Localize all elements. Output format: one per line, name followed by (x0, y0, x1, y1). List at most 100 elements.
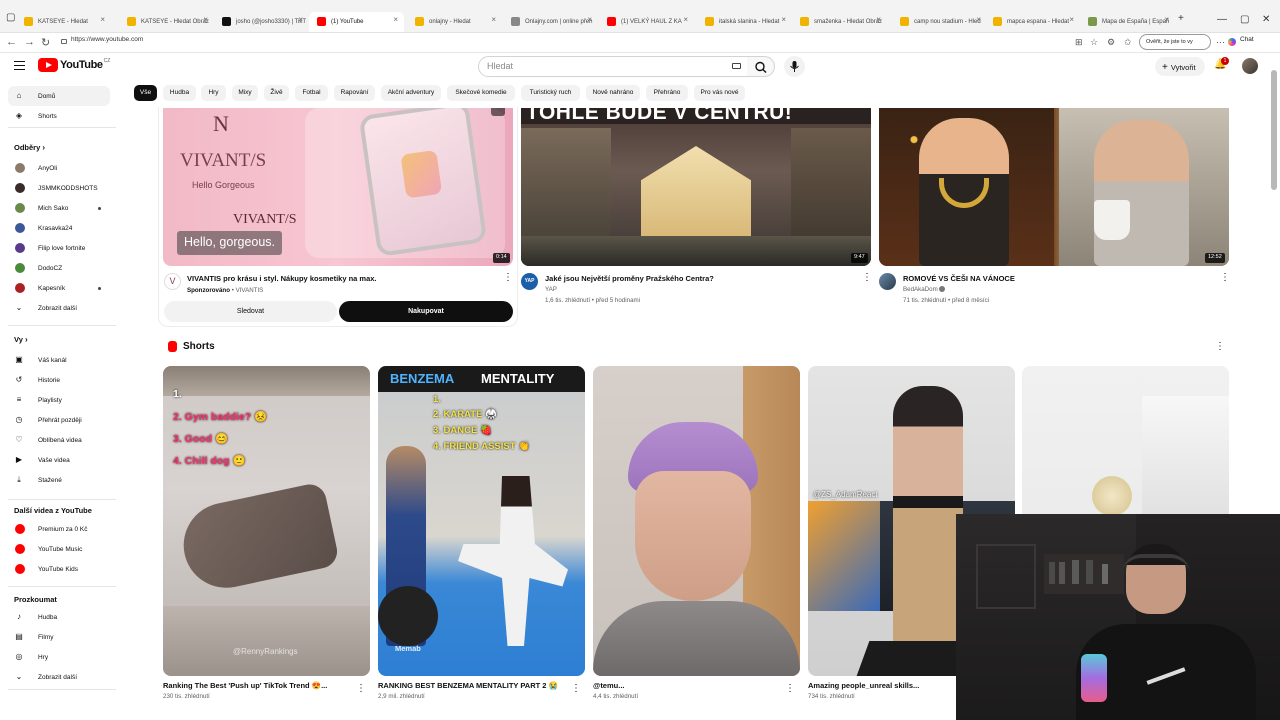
short-title[interactable]: Ranking The Best 'Push up' TikTok Trend … (163, 681, 327, 690)
sidebar-item[interactable]: ◈ Shorts (8, 106, 110, 126)
close-tab-icon[interactable]: × (298, 15, 303, 24)
close-tab-icon[interactable]: × (1069, 15, 1074, 24)
short-thumbnail-pushup[interactable]: 1. 2. Gym baddie? 😣 3. Good 😊 4. Chill d… (163, 366, 370, 676)
you-heading[interactable]: Vy › (14, 335, 28, 344)
forward-icon[interactable]: → (24, 36, 35, 48)
keyboard-icon[interactable] (732, 63, 741, 69)
sidebar-item[interactable]: ⌂ Domů (8, 86, 110, 106)
sidebar-item[interactable]: ♡ Oblíbená videa (8, 430, 110, 450)
search-input[interactable] (487, 61, 727, 71)
sidebar-item[interactable]: YouTube Music (8, 539, 110, 559)
sidebar-item[interactable]: ⤓ Stažené (8, 470, 110, 490)
browser-tab[interactable]: (1) YouTube × (309, 12, 404, 32)
close-tab-icon[interactable]: × (587, 15, 592, 24)
sidebar-item[interactable]: ♪ Hudba (8, 607, 110, 627)
video-thumbnail-vivantis[interactable]: N VIVANT/S Hello Gorgeous VIVANT/S Hello… (163, 108, 513, 266)
profile-chip[interactable]: Ověřit, že jste to vy (1139, 34, 1211, 50)
chat-button[interactable]: Chat (1240, 36, 1254, 43)
follow-button[interactable]: Sledovat (164, 301, 337, 322)
browser-tab[interactable]: mapca espana - Hledat × (985, 12, 1080, 32)
more-options-icon[interactable]: ⋯ (1216, 37, 1225, 48)
short-thumbnail-temu[interactable] (593, 366, 800, 676)
mute-icon[interactable] (491, 108, 505, 116)
video-title[interactable]: ROMOVÉ VS ČEŠI NA VÁNOCE (903, 274, 1015, 283)
close-tab-icon[interactable]: × (976, 15, 981, 24)
browser-tab[interactable]: Onlajny.com | online přen × (503, 12, 598, 32)
favorites-icon[interactable]: ✩ (1124, 37, 1132, 48)
close-tab-icon[interactable]: × (203, 15, 208, 24)
browser-tab[interactable]: KATSEYE - Hledat × (16, 12, 111, 32)
voice-search-button[interactable] (784, 56, 805, 77)
shop-button[interactable]: Nakupovat (339, 301, 513, 322)
filter-chip[interactable]: Vše (134, 85, 157, 101)
sidebar-item-subscription[interactable]: Kapesník (8, 278, 110, 298)
close-tab-icon[interactable]: × (100, 15, 105, 24)
url-field[interactable]: https://www.youtube.com (71, 36, 143, 43)
filter-chip[interactable]: Mixy (232, 85, 258, 101)
short-more-icon[interactable]: ⋮ (356, 683, 366, 694)
filter-chip[interactable]: Hry (201, 85, 226, 101)
video-thumbnail-christmas[interactable]: 12:52 (879, 108, 1229, 266)
short-title[interactable]: Amazing people_unreal skills... (808, 681, 919, 690)
filter-chip[interactable]: Fotbal (295, 85, 328, 101)
filter-chip[interactable]: Rapování (334, 85, 375, 101)
more-actions-icon[interactable]: ⋮ (503, 272, 513, 283)
video-title[interactable]: Jaké jsou Největší proměny Pražského Cen… (545, 274, 714, 283)
browser-tab[interactable]: onlajny - Hledat × (407, 12, 502, 32)
more-actions-icon[interactable]: ⋮ (1220, 272, 1230, 283)
sidebar-item-subscription[interactable]: Krasavka24 (8, 218, 110, 238)
browser-tab[interactable]: camp nou stadium - Hled × (892, 12, 987, 32)
sidebar-item[interactable]: Premium za 0 Kč (8, 519, 110, 539)
close-tab-icon[interactable]: × (876, 15, 881, 24)
browser-tab[interactable]: josho (@josho3330) | TikT × (214, 12, 309, 32)
user-avatar[interactable] (1242, 58, 1258, 74)
subscriptions-heading[interactable]: Odběry › (14, 143, 45, 152)
sidebar-item[interactable]: ≡ Playlisty (8, 390, 110, 410)
filter-chip[interactable]: Skečové komedie (447, 85, 515, 101)
sidebar-item[interactable]: ⌄ Zobrazit další (8, 667, 110, 687)
shorts-more-icon[interactable]: ⋮ (1215, 341, 1225, 352)
filter-chip[interactable]: Přehráno (646, 85, 688, 101)
maximize-icon[interactable]: ▢ (1240, 14, 1249, 25)
sidebar-item-subscription[interactable]: Filip love fortnite (8, 238, 110, 258)
sidebar-item-subscription[interactable]: ⌄ Zobrazit další (8, 298, 110, 318)
channel-name[interactable]: YAP (545, 286, 557, 293)
filter-chip[interactable]: Akční adventury (381, 85, 441, 101)
menu-icon[interactable] (14, 61, 25, 70)
sidebar-item[interactable]: YouTube Kids (8, 559, 110, 579)
sidebar-item[interactable]: ◷ Přehrát později (8, 410, 110, 430)
close-tab-icon[interactable]: × (683, 15, 688, 24)
sidebar-item[interactable]: ▣ Váš kanál (8, 350, 110, 370)
tab-overview-icon[interactable]: ▢ (6, 12, 15, 23)
close-tab-icon[interactable]: × (491, 15, 496, 24)
short-more-icon[interactable]: ⋮ (785, 683, 795, 694)
filter-chip[interactable]: Turistický ruch (521, 85, 580, 101)
video-title[interactable]: VIVANTIS pro krásu i styl. Nákupy kosmet… (187, 274, 377, 283)
sidebar-item-subscription[interactable]: DodoCZ (8, 258, 110, 278)
more-from-youtube-heading[interactable]: Další videa z YouTube (14, 506, 92, 515)
sidebar-item-subscription[interactable]: AnyOli (8, 158, 110, 178)
channel-avatar-yap[interactable]: YAP (521, 273, 538, 290)
browser-tab[interactable]: Mapa de España | Españ × (1080, 12, 1175, 32)
sidebar-item[interactable]: ▤ Filmy (8, 627, 110, 647)
extensions-icon[interactable]: ⚙ (1107, 37, 1115, 48)
channel-avatar-bedakadom[interactable] (879, 273, 896, 290)
minimize-icon[interactable]: — (1217, 14, 1227, 25)
youtube-logo[interactable]: YouTube CZ (38, 58, 110, 72)
channel-name[interactable]: BedAkaDom (903, 286, 946, 293)
sidebar-item[interactable]: ▶ Vaše videa (8, 450, 110, 470)
filter-chip[interactable]: Živě (264, 85, 289, 101)
sidebar-item[interactable]: ↺ Historie (8, 370, 110, 390)
channel-name[interactable]: VIVANTIS (236, 287, 264, 294)
create-button[interactable]: + Vytvořit (1155, 57, 1205, 76)
reload-icon[interactable]: ↻ (41, 36, 50, 49)
browser-tab[interactable]: KATSEYE - Hledat Obráz × (119, 12, 214, 32)
search-button[interactable] (747, 56, 775, 77)
install-app-icon[interactable]: ⊞ (1075, 37, 1083, 48)
filter-chip[interactable]: Hudba (163, 85, 196, 101)
browser-tab[interactable]: italská slanina - Hledat × (697, 12, 792, 32)
browser-tab[interactable]: (1) VELKÝ HAUL Z KA × (599, 12, 694, 32)
filter-chip[interactable]: Pro vás nové (694, 85, 745, 101)
short-more-icon[interactable]: ⋮ (571, 683, 581, 694)
close-tab-icon[interactable]: × (781, 15, 786, 24)
